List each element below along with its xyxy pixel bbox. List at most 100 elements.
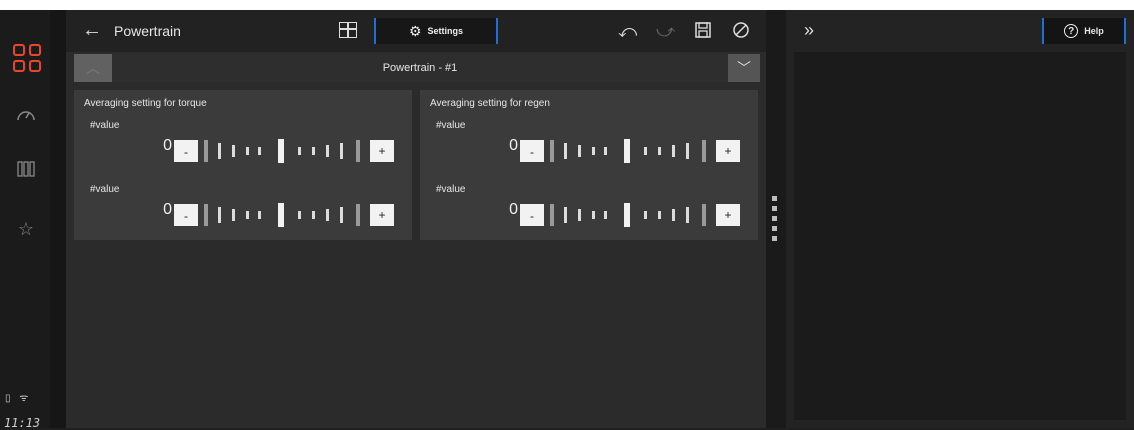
value-row: #value 0 - +: [420, 184, 758, 238]
slider-tick: [278, 139, 284, 163]
slider-tick: [578, 145, 581, 157]
value-number: 0: [163, 201, 172, 218]
card-title: Averaging setting for torque: [84, 98, 207, 109]
slider-tick: [232, 209, 235, 221]
question-icon: ?: [1064, 24, 1079, 38]
increment-button[interactable]: +: [370, 204, 394, 226]
undo-icon[interactable]: ⤺: [618, 21, 637, 41]
slider-tick: [658, 211, 661, 219]
instance-title: Powertrain - #1: [112, 54, 728, 82]
slider-tick: [258, 211, 261, 219]
slider-tick: [340, 207, 343, 223]
slider-tick: [592, 147, 595, 155]
slider-tick: [564, 207, 567, 223]
slider-tick: [686, 207, 689, 223]
value-number: 0: [163, 137, 172, 154]
arrow-left-icon[interactable]: ←: [82, 20, 102, 40]
slider-tick: [356, 204, 360, 226]
slider-tick: [672, 145, 675, 157]
slider-tick: [686, 143, 689, 159]
slider-tick: [312, 211, 315, 219]
main-panel: ← Powertrain ⚙ Settings ⤺ ⤻ ︿ Powertrain…: [66, 10, 766, 428]
slider-tick: [550, 204, 554, 226]
slider-tick: [298, 211, 301, 219]
slider-tick: [604, 211, 607, 219]
value-label: #value: [90, 120, 120, 131]
slider-tick: [204, 204, 208, 226]
slider-tick: [702, 204, 706, 226]
value-number: 0: [509, 201, 518, 218]
help-content: [794, 52, 1126, 420]
slider-tick: [550, 140, 554, 162]
help-panel: » ? Help: [786, 10, 1134, 428]
chevron-down-icon[interactable]: ﹀: [728, 54, 760, 82]
grid-icon[interactable]: [339, 22, 357, 38]
rail-gap: [50, 10, 66, 428]
gear-icon: ⚙: [408, 22, 422, 39]
slider-tick: [312, 147, 315, 155]
double-chevron-right-icon[interactable]: »: [804, 20, 814, 41]
increment-button[interactable]: +: [370, 140, 394, 162]
slider-tick: [644, 211, 647, 219]
value-row: #value 0 - +: [74, 120, 412, 174]
torque-card: Averaging setting for torque #value 0 - …: [74, 90, 412, 240]
help-button[interactable]: ? Help: [1042, 18, 1126, 44]
cancel-icon[interactable]: [732, 21, 750, 43]
panel-divider[interactable]: [766, 10, 786, 428]
slider-tick: [246, 147, 249, 155]
decrement-button[interactable]: -: [174, 140, 198, 162]
slider-tick: [232, 145, 235, 157]
slider-tick: [246, 211, 249, 219]
slider-tick: [204, 140, 208, 162]
value-label: #value: [90, 184, 120, 195]
slider-tick: [326, 145, 329, 157]
chevron-up-icon[interactable]: ︿: [74, 54, 112, 82]
battery-icon: ▯: [5, 393, 11, 404]
regen-card: Averaging setting for regen #value 0 - +…: [420, 90, 758, 240]
value-row: #value 0 - +: [74, 184, 412, 238]
slider-tick: [278, 203, 284, 227]
slider-tick: [702, 140, 706, 162]
increment-button[interactable]: +: [716, 204, 740, 226]
columns-icon[interactable]: [15, 160, 37, 182]
redo-icon[interactable]: ⤻: [656, 21, 675, 41]
slider-tick: [658, 147, 661, 155]
slider-tick: [604, 147, 607, 155]
slider-tick: [298, 147, 301, 155]
star-icon[interactable]: ☆: [15, 218, 37, 240]
slider-tick: [218, 143, 221, 159]
value-row: #value 0 - +: [420, 120, 758, 174]
decrement-button[interactable]: -: [174, 204, 198, 226]
help-label: Help: [1084, 26, 1104, 36]
apps-icon[interactable]: [13, 44, 43, 74]
sidebar: ☆ ▯ ᯤ 11:13: [0, 10, 50, 430]
slider-tick: [644, 147, 647, 155]
drag-handle-icon[interactable]: [772, 196, 778, 246]
slider-tick: [258, 147, 261, 155]
card-title: Averaging setting for regen: [430, 98, 550, 109]
increment-button[interactable]: +: [716, 140, 740, 162]
wifi-icon: ᯤ: [19, 393, 29, 404]
slider-tick: [592, 211, 595, 219]
slider-tick: [624, 203, 630, 227]
settings-label: Settings: [427, 26, 464, 36]
decrement-button[interactable]: -: [520, 140, 544, 162]
value-label: #value: [436, 120, 466, 131]
gauge-icon[interactable]: [15, 106, 37, 128]
slider-tick: [672, 209, 675, 221]
value-number: 0: [509, 137, 518, 154]
slider-tick: [356, 140, 360, 162]
slider-tick: [340, 143, 343, 159]
decrement-button[interactable]: -: [520, 204, 544, 226]
slider-tick: [564, 143, 567, 159]
slider-tick: [578, 209, 581, 221]
settings-button[interactable]: ⚙ Settings: [374, 18, 498, 44]
value-label: #value: [436, 184, 466, 195]
top-strip: [0, 0, 1134, 10]
slider-tick: [218, 207, 221, 223]
header: ← Powertrain ⚙ Settings ⤺ ⤻: [66, 10, 766, 52]
page-title: Powertrain: [114, 23, 181, 39]
save-icon[interactable]: [694, 21, 712, 43]
instance-selector: ︿ Powertrain - #1 ﹀: [74, 54, 760, 82]
slider-tick: [326, 209, 329, 221]
